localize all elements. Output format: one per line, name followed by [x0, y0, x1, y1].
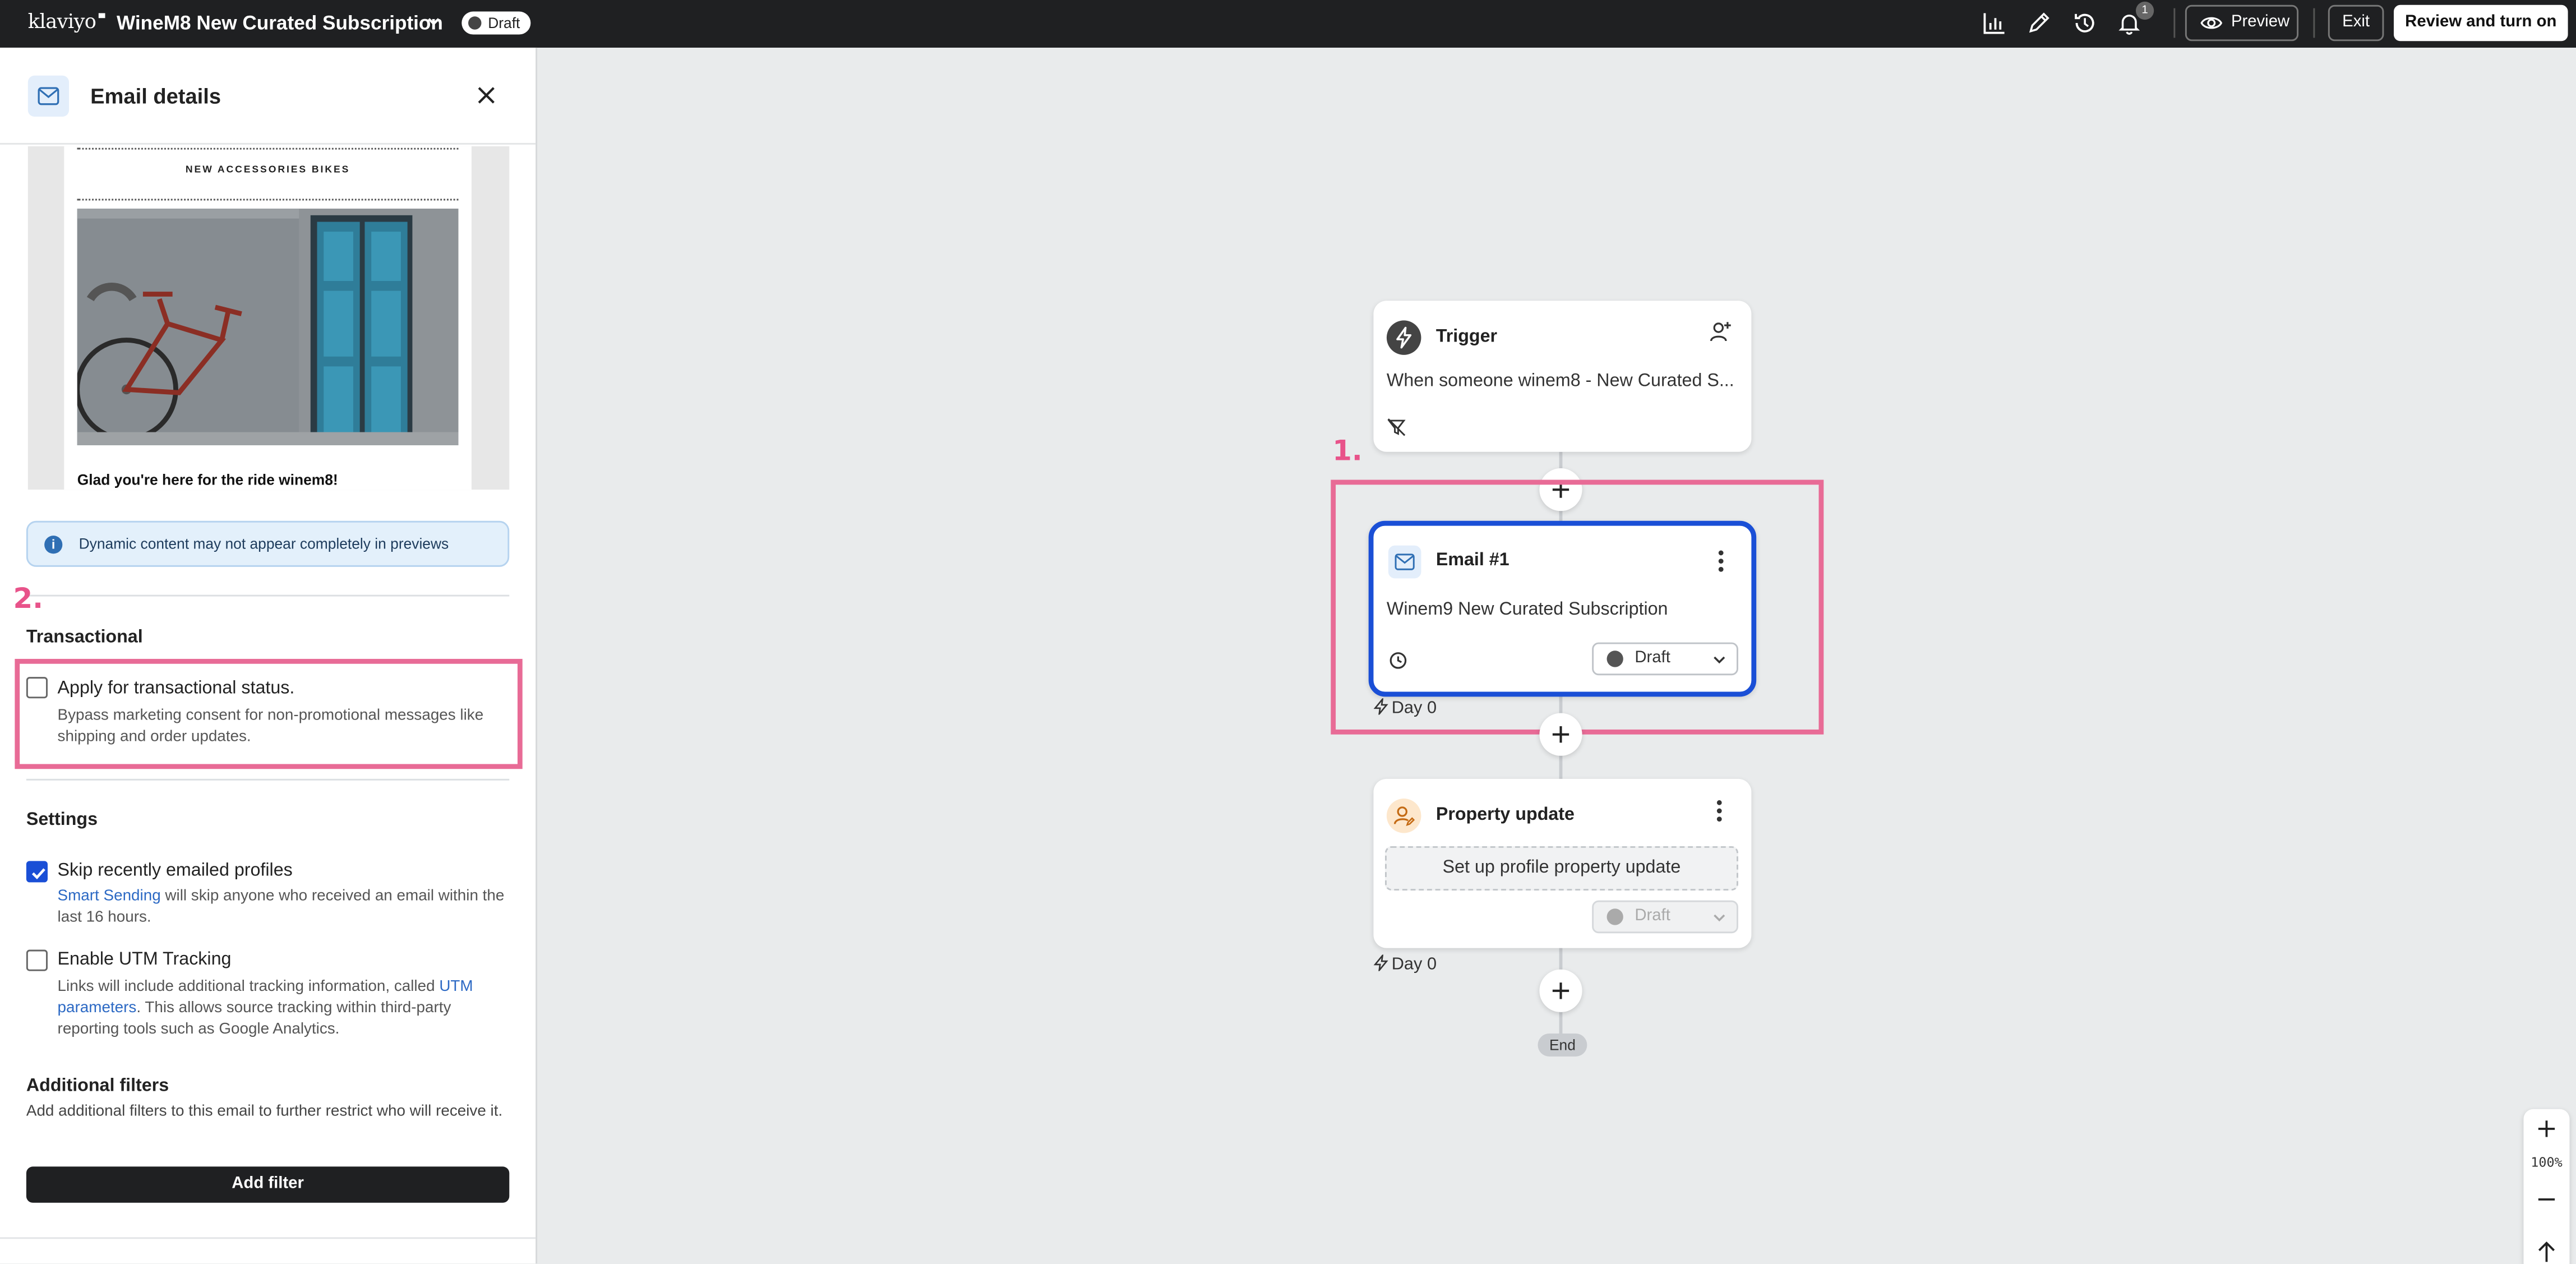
trigger-title: Trigger	[1435, 327, 1498, 347]
property-update-title: Property update	[1435, 805, 1575, 825]
zoom-controls: 100%	[2523, 1109, 2570, 1264]
more-options-icon[interactable]	[1718, 550, 1725, 574]
annotation-number: 2.	[13, 583, 44, 616]
add-step-button[interactable]	[1539, 713, 1582, 756]
lightning-icon	[1386, 320, 1421, 355]
property-update-status-select: Draft	[1592, 900, 1738, 934]
klaviyo-logo[interactable]: klaviyo	[28, 10, 105, 33]
email-icon	[27, 75, 70, 117]
divider	[2173, 8, 2176, 38]
lightning-icon	[1373, 953, 1388, 973]
lightning-icon	[1373, 696, 1388, 717]
history-icon[interactable]	[2072, 10, 2098, 36]
divider	[0, 142, 536, 145]
divider	[26, 778, 510, 781]
plus-icon	[1552, 726, 1569, 743]
dynamic-content-notice: i Dynamic content may not appear complet…	[26, 520, 510, 567]
trigger-description: When someone winem8 - New Curated S...	[1386, 371, 1734, 391]
panel-title: Email details	[90, 84, 221, 109]
preview-button[interactable]: Preview	[2185, 4, 2299, 41]
pencil-icon[interactable]	[2026, 10, 2052, 36]
utm-tracking-checkbox[interactable]	[26, 949, 48, 971]
divider	[2313, 8, 2315, 38]
email-icon	[1388, 545, 1421, 579]
notification-count-badge: 1	[2136, 1, 2154, 20]
email-subject: Winem9 New Curated Subscription	[1386, 599, 1668, 620]
divider	[77, 199, 459, 201]
email-preview-content: NEW ACCESSORIES BIKES Glad you're here f…	[64, 146, 472, 490]
email-greeting: Glad you're here for the ride winem8!	[77, 471, 338, 488]
add-step-button[interactable]	[1539, 969, 1582, 1012]
close-icon[interactable]	[477, 85, 496, 105]
exit-button[interactable]: Exit	[2328, 4, 2384, 41]
add-filter-button[interactable]: Add filter	[26, 1166, 510, 1203]
transactional-description: Bypass marketing consent for non-promoti…	[57, 706, 484, 746]
profile-edit-icon	[1386, 798, 1421, 833]
transactional-section-title: Transactional	[26, 628, 143, 648]
add-user-icon[interactable]	[1709, 320, 1732, 343]
smart-sending-checkbox[interactable]	[26, 861, 48, 883]
email-nav-links: NEW ACCESSORIES BIKES	[185, 165, 350, 176]
trigger-card[interactable]: Trigger When someone winem8 - New Curate…	[1373, 301, 1752, 452]
info-icon: i	[44, 536, 63, 554]
review-and-turn-on-button[interactable]: Review and turn on	[2394, 4, 2568, 41]
zoom-in-icon[interactable]	[2537, 1119, 2556, 1138]
set-up-property-update-button[interactable]: Set up profile property update	[1384, 846, 1738, 891]
transactional-checkbox[interactable]	[26, 677, 48, 699]
delay-label: Day 0	[1373, 696, 1437, 718]
chevron-down-icon	[1714, 656, 1725, 664]
zoom-out-icon[interactable]	[2537, 1189, 2556, 1209]
flow-editor: klaviyo WineM8 New Curated Subscription …	[0, 0, 2576, 1264]
email-details-panel: Email details NEW ACCESSORIES BIKES Glad…	[0, 47, 538, 1264]
email-card-title: Email #1	[1435, 550, 1509, 570]
email-hero-image	[77, 209, 459, 446]
email-preview: NEW ACCESSORIES BIKES Glad you're here f…	[27, 146, 510, 490]
top-bar: klaviyo WineM8 New Curated Subscription …	[0, 0, 2576, 48]
eye-icon	[2200, 17, 2223, 29]
plus-icon	[1552, 982, 1569, 999]
smart-sending-link[interactable]: Smart Sending	[58, 887, 161, 905]
email-status-select[interactable]: Draft	[1592, 642, 1738, 676]
settings-section-title: Settings	[26, 810, 98, 830]
flow-title[interactable]: WineM8 New Curated Subscription	[117, 12, 443, 35]
filter-off-icon	[1387, 418, 1406, 436]
chevron-down-icon[interactable]	[426, 13, 442, 29]
smart-sending-label: Skip recently emailed profiles	[57, 861, 293, 881]
email-card[interactable]: Email #1 Winem9 New Curated Subscription…	[1368, 520, 1757, 697]
divider	[77, 147, 459, 150]
smart-sending-description: Smart Sending will skip anyone who recei…	[57, 887, 505, 927]
delay-label: Day 0	[1373, 953, 1437, 974]
status-badge: Draft	[461, 11, 530, 35]
annotation-number: 1.	[1332, 435, 1363, 469]
property-update-card[interactable]: Property update Set up profile property …	[1373, 778, 1752, 948]
utm-tracking-description: Links will include additional tracking i…	[57, 977, 473, 1039]
additional-filters-description: Add additional filters to this email to …	[26, 1102, 503, 1121]
smart-sending-icon	[1389, 652, 1407, 669]
zoom-level: 100%	[2531, 1155, 2563, 1170]
utm-tracking-label: Enable UTM Tracking	[57, 949, 232, 970]
more-options-icon[interactable]	[1716, 800, 1724, 823]
flow-end-label: End	[1538, 1033, 1587, 1057]
transactional-checkbox-label: Apply for transactional status.	[57, 679, 295, 699]
analytics-icon[interactable]	[1982, 10, 2008, 36]
chevron-down-icon	[1714, 914, 1725, 922]
arrow-up-icon[interactable]	[2537, 1240, 2556, 1263]
checkmark-icon	[31, 868, 45, 880]
divider	[0, 1237, 536, 1239]
divider	[26, 594, 510, 597]
additional-filters-title: Additional filters	[26, 1076, 169, 1096]
